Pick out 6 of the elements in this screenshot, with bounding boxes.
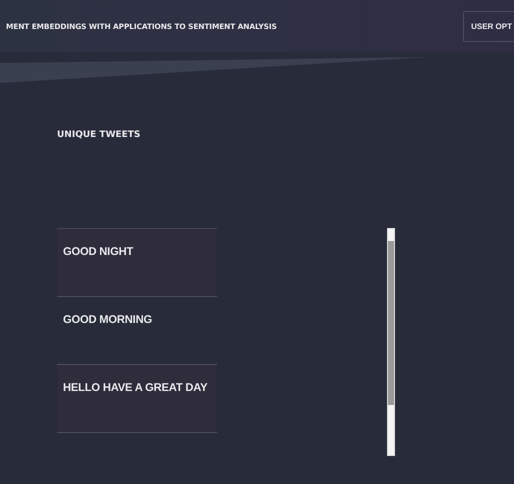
user-options-button[interactable]: USER OPT xyxy=(463,10,514,42)
tweet-row[interactable]: HELLO HAVE A GREAT DAY xyxy=(57,365,217,433)
scrollbar[interactable] xyxy=(387,228,395,456)
scrollbar-thumb[interactable] xyxy=(388,241,394,405)
tweet-row[interactable]: GOOD NIGHT xyxy=(57,229,217,297)
section-title: UNIQUE TWEETS xyxy=(57,130,142,140)
